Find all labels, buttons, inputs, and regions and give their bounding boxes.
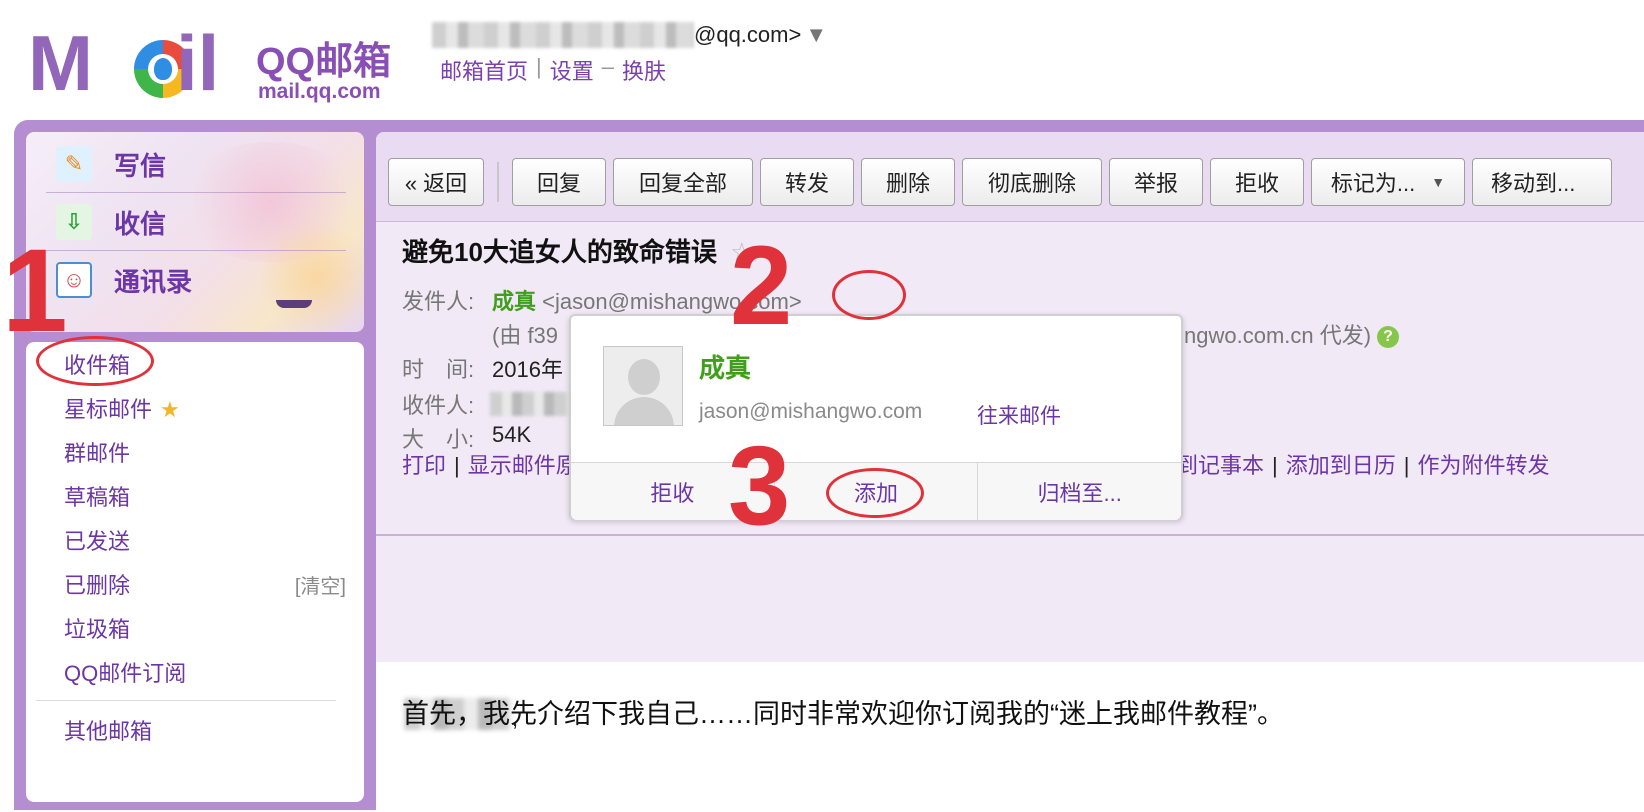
account-dropdown-icon[interactable]: ▼: [805, 22, 827, 48]
qq-mail-logo[interactable]: M il QQ邮箱 mail.qq.com: [28, 19, 408, 107]
message-toolbar: « 返回 回复 回复全部 转发 删除 彻底删除 举报 拒收 标记为... ▼ 移…: [376, 132, 1644, 222]
folder-sent[interactable]: 已发送: [64, 524, 130, 556]
link-separator: |: [1403, 453, 1410, 478]
folder-group[interactable]: 群邮件: [64, 436, 130, 468]
clear-deleted-link[interactable]: [清空]: [295, 570, 346, 599]
print-link[interactable]: 打印: [402, 453, 446, 478]
compose-label: 写信: [114, 150, 167, 181]
redacted-recipient: [490, 392, 572, 416]
to-label: 收件人:: [402, 393, 475, 418]
forward-button[interactable]: 转发: [760, 158, 854, 206]
brand-domain: mail.qq.com: [258, 80, 381, 103]
show-original-link[interactable]: 显示邮件原: [468, 453, 578, 478]
move-to-button[interactable]: 移动到...: [1472, 158, 1612, 206]
reply-all-button[interactable]: 回复全部: [613, 158, 753, 206]
compose-button[interactable]: ✎ 写信: [56, 136, 356, 192]
step-1-marker: 1: [2, 225, 68, 357]
folder-other-mailboxes[interactable]: 其他邮箱: [64, 714, 152, 746]
settings-link[interactable]: 设置: [550, 54, 594, 86]
folder-deleted[interactable]: 已删除: [64, 568, 130, 600]
folder-starred[interactable]: 星标邮件 ★: [64, 392, 180, 424]
message-actions-left: 打印 | 显示邮件原: [402, 448, 578, 480]
help-icon[interactable]: ?: [1377, 326, 1400, 349]
top-links: 邮箱首页 | 设置 – 换肤: [440, 54, 666, 86]
avatar: [603, 346, 683, 426]
step-3-marker: 3: [728, 423, 791, 548]
popup-archive-button[interactable]: 归档至...: [978, 463, 1181, 520]
receive-label: 收信: [114, 208, 167, 239]
subject-text: 避免10大追女人的致命错误: [402, 237, 717, 267]
contacts-label: 通讯录: [114, 266, 193, 297]
message-body-text: 首先，我先介绍下我自己……同时非常欢迎你订阅我的“迷上我邮件教程”。: [402, 699, 1284, 729]
sent-via-suffix: ngwo.com.cn 代发)?: [1184, 318, 1400, 350]
message-actions-right: 到记事本 | 添加到日历 | 作为附件转发: [1176, 448, 1549, 480]
mark-as-dropdown[interactable]: 标记为... ▼: [1311, 158, 1465, 206]
step-1-ring: [36, 336, 154, 386]
message-history-link[interactable]: 往来邮件: [977, 400, 1061, 430]
sent-via-text: ngwo.com.cn 代发): [1184, 323, 1372, 348]
from-label: 发件人:: [402, 289, 475, 314]
link-separator: |: [1272, 453, 1278, 478]
reply-button[interactable]: 回复: [512, 158, 606, 206]
popup-contact-email: jason@mishangwo.com: [699, 400, 923, 423]
size-value: 54K: [492, 422, 532, 447]
pen-icon: ✎: [56, 146, 92, 182]
report-button[interactable]: 举报: [1109, 158, 1203, 206]
step-2-ring: [832, 270, 906, 320]
folder-subscriptions[interactable]: QQ邮件订阅: [64, 656, 186, 688]
star-icon: ★: [160, 397, 180, 422]
delete-button[interactable]: 删除: [861, 158, 955, 206]
folder-drafts[interactable]: 草稿箱: [64, 480, 130, 512]
folder-spam[interactable]: 垃圾箱: [64, 612, 130, 644]
sent-via-prefix: (由 f39: [492, 323, 559, 348]
time-label: 时 间:: [402, 357, 475, 382]
delete-permanently-button[interactable]: 彻底删除: [962, 158, 1102, 206]
back-button[interactable]: « 返回: [388, 158, 484, 206]
save-to-notes-link[interactable]: 到记事本: [1176, 453, 1264, 478]
step-3-ring: [826, 468, 924, 518]
logo-letters-il: il: [176, 19, 220, 107]
sender-name[interactable]: 成真: [492, 289, 536, 314]
message-subject: 避免10大追女人的致命错误 ☆: [402, 232, 753, 269]
redacted-account-name: [432, 22, 694, 48]
reject-button[interactable]: 拒收: [1210, 158, 1304, 206]
forward-as-attachment-link[interactable]: 作为附件转发: [1417, 453, 1549, 478]
skin-link[interactable]: 换肤: [622, 54, 666, 86]
mark-as-label: 标记为...: [1330, 171, 1416, 196]
step-2-marker: 2: [730, 223, 793, 348]
sidebar-actions: ✎ 写信 ⇩ 收信 ☺ 通讯录: [26, 132, 364, 332]
account-switcher[interactable]: @qq.com> ▼: [432, 18, 827, 52]
add-to-calendar-link[interactable]: 添加到日历: [1286, 453, 1396, 478]
folder-starred-label: 星标邮件: [64, 397, 153, 422]
link-separator: –: [601, 54, 614, 79]
brand-title: QQ邮箱: [256, 41, 392, 83]
link-separator: |: [454, 453, 460, 478]
logo-letter-m: M: [28, 19, 93, 107]
chevron-down-icon: ▼: [1431, 174, 1446, 190]
receive-button[interactable]: ⇩ 收信: [56, 194, 356, 250]
home-link[interactable]: 邮箱首页: [440, 54, 528, 86]
link-separator: |: [536, 54, 542, 79]
popup-contact-name: 成真: [699, 353, 752, 383]
folder-list: 收件箱 星标邮件 ★ 群邮件 草稿箱 已发送 已删除 [清空] 垃圾箱 QQ邮件订…: [26, 342, 364, 802]
time-value: 2016年: [492, 357, 563, 382]
contacts-button[interactable]: ☺ 通讯录: [56, 252, 356, 308]
account-suffix: @qq.com>: [694, 22, 802, 47]
